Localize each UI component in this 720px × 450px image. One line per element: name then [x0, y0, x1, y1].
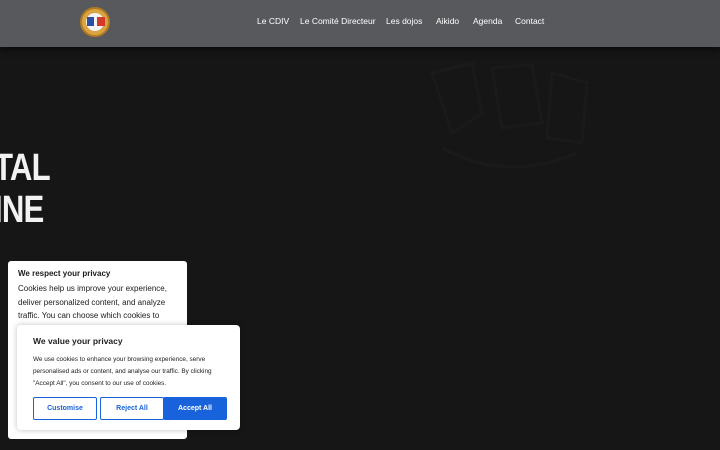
consent-title: We value your privacy	[33, 336, 123, 346]
hero-title-line1: TAL	[0, 147, 51, 189]
cookie-consent-dialog: We value your privacy We use cookies to …	[17, 325, 240, 430]
nav-contact[interactable]: Contact	[515, 16, 544, 26]
logo-red-stripe	[97, 17, 105, 26]
accept-all-button[interactable]: Accept All	[163, 397, 227, 420]
site-header: Le CDIV Le Comité Directeur Les dojos Ai…	[0, 0, 720, 47]
privacy-back-title: We respect your privacy	[18, 269, 111, 278]
hero-title-line2: INE	[0, 189, 44, 231]
nav-comite-directeur[interactable]: Le Comité Directeur	[300, 16, 376, 26]
nav-agenda[interactable]: Agenda	[473, 16, 502, 26]
consent-text: We use cookies to enhance your browsing …	[33, 356, 212, 387]
logo-blue-stripe	[87, 17, 94, 26]
hero-background-emblem	[430, 61, 589, 169]
consent-button-row: Customise Reject All Accept All	[33, 397, 227, 420]
site-logo[interactable]	[80, 7, 110, 37]
hero-title: TAL INE	[0, 147, 51, 231]
privacy-back-text: Cookies help us improve your experience,…	[18, 284, 167, 320]
nav-aikido[interactable]: Aikido	[436, 16, 459, 26]
customise-button[interactable]: Customise	[33, 397, 97, 420]
reject-all-button[interactable]: Reject All	[100, 397, 164, 420]
nav-les-dojos[interactable]: Les dojos	[386, 16, 422, 26]
nav-le-cdiv[interactable]: Le CDIV	[257, 16, 289, 26]
